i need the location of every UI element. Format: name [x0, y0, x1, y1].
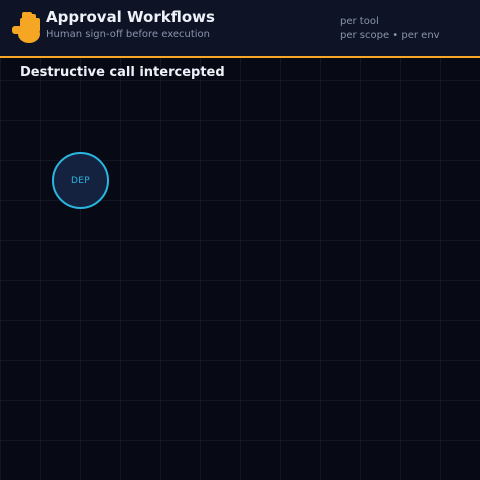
- section-title: Destructive call intercepted: [20, 65, 225, 80]
- app-header: Approval Workflows Human sign-off before…: [0, 0, 480, 58]
- scope-info-line: per scope • per env: [340, 30, 440, 41]
- hand-stop-icon: [12, 12, 42, 44]
- approval-workflows-app: Approval Workflows Human sign-off before…: [0, 0, 480, 480]
- dep-node[interactable]: DEP: [52, 152, 109, 209]
- dep-node-label: DEP: [71, 175, 90, 186]
- scope-info: per tool per scope • per env: [340, 15, 440, 43]
- scope-info-line: per tool: [340, 16, 379, 27]
- app-title: Approval Workflows: [46, 8, 215, 26]
- app-subtitle: Human sign-off before execution: [46, 29, 210, 40]
